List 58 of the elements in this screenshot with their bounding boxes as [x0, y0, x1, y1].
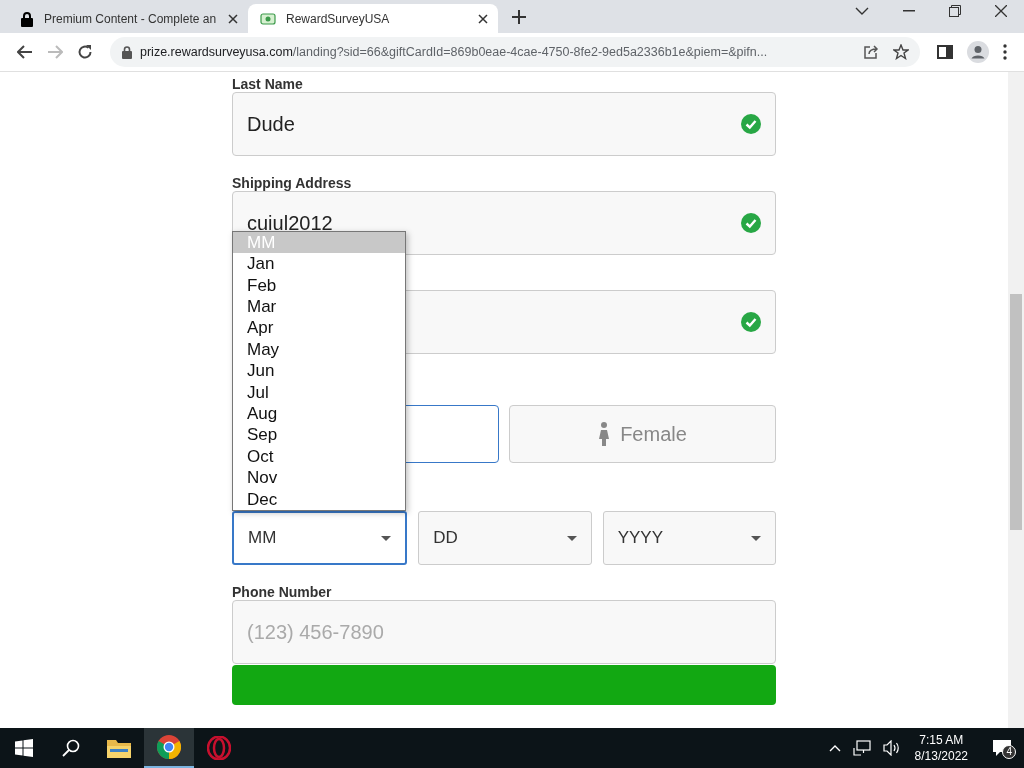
reload-icon[interactable]: [77, 44, 93, 60]
dropdown-option[interactable]: May: [233, 338, 405, 361]
person-icon: [598, 422, 611, 446]
chrome-icon[interactable]: [157, 735, 181, 759]
notification-badge: 4: [1002, 745, 1016, 759]
gift-card-icon: [260, 11, 276, 26]
dropdown-option[interactable]: Apr: [233, 317, 405, 339]
profile-icon[interactable]: [967, 41, 989, 63]
phone-field[interactable]: (123) 456-7890: [232, 600, 776, 664]
network-icon[interactable]: [852, 740, 871, 756]
tab-search-icon[interactable]: [855, 5, 869, 16]
restore-icon[interactable]: [949, 4, 961, 17]
chevron-up-icon[interactable]: [828, 744, 841, 752]
lock-icon: [122, 45, 132, 59]
minimize-icon[interactable]: [903, 9, 915, 12]
dropdown-option[interactable]: Nov: [233, 467, 405, 489]
dropdown-option[interactable]: Oct: [233, 445, 405, 468]
close-icon[interactable]: [228, 13, 238, 24]
field-label: Phone Number: [232, 584, 333, 600]
windows-start-icon[interactable]: [15, 739, 33, 757]
date-select[interactable]: DD: [418, 511, 592, 565]
dropdown-option[interactable]: Jan: [233, 253, 405, 275]
dropdown-option[interactable]: Jul: [233, 381, 405, 404]
dropdown-option[interactable]: Aug: [233, 403, 405, 425]
dropdown-option[interactable]: Feb: [233, 274, 405, 297]
date-select[interactable]: YYYY: [602, 511, 776, 565]
folder-icon[interactable]: [107, 738, 131, 758]
opera-icon[interactable]: [207, 736, 231, 760]
search-icon[interactable]: [62, 739, 80, 757]
browser-tab[interactable]: RewardSurveyUSA: [248, 4, 498, 33]
forward-icon: [47, 45, 63, 59]
close-icon[interactable]: [995, 4, 1007, 17]
dropdown-option[interactable]: Sep: [233, 424, 405, 446]
date-select[interactable]: MM: [232, 511, 408, 565]
share-icon[interactable]: [863, 44, 879, 60]
side-panel-icon[interactable]: [937, 45, 953, 59]
caret-icon: [751, 535, 761, 541]
star-icon[interactable]: [893, 44, 909, 60]
scrollbar-thumb[interactable]: [1010, 294, 1022, 530]
close-icon[interactable]: [478, 13, 488, 24]
dropdown-option[interactable]: Jun: [233, 360, 405, 382]
dropdown-option[interactable]: Mar: [233, 296, 405, 318]
address-bar[interactable]: prize.rewardsurveyusa.com/landing?sid=66&giftCardId=869b0eae-4cae-4750-8fe2-9ed5a2336b1e&piem=&pifn...: [110, 37, 920, 67]
new-tab-icon[interactable]: [512, 10, 526, 24]
scrollbar[interactable]: [1008, 72, 1024, 728]
back-icon[interactable]: [17, 45, 33, 59]
clock-date: 8/13/2022: [914, 748, 968, 764]
browser-tab[interactable]: Premium Content - Complete an: [8, 4, 248, 33]
menu-icon[interactable]: [1003, 44, 1007, 60]
volume-icon[interactable]: [882, 740, 901, 756]
caret-icon: [381, 535, 392, 541]
dropdown-option[interactable]: Dec: [233, 488, 405, 510]
field-label: Shipping Address: [232, 175, 353, 191]
field-label: Last Name: [232, 76, 304, 92]
lock-icon: [20, 10, 34, 27]
caret-icon: [566, 535, 577, 541]
clock-time: 7:15 AM: [918, 732, 965, 748]
text-field[interactable]: Dude: [232, 92, 776, 156]
